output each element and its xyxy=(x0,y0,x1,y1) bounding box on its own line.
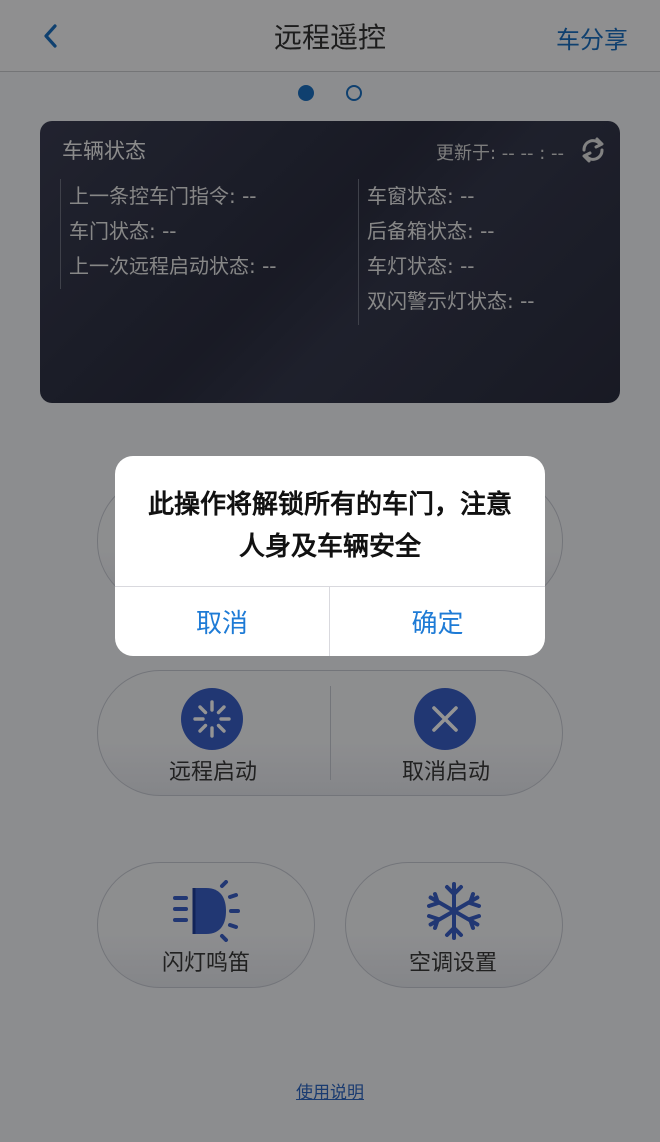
dialog-cancel-button[interactable]: 取消 xyxy=(115,586,329,656)
unlock-confirm-dialog: 此操作将解锁所有的车门，注意人身及车辆安全 取消 确定 xyxy=(115,456,545,656)
dialog-confirm-button[interactable]: 确定 xyxy=(330,586,545,656)
dialog-message: 此操作将解锁所有的车门，注意人身及车辆安全 xyxy=(147,490,512,562)
